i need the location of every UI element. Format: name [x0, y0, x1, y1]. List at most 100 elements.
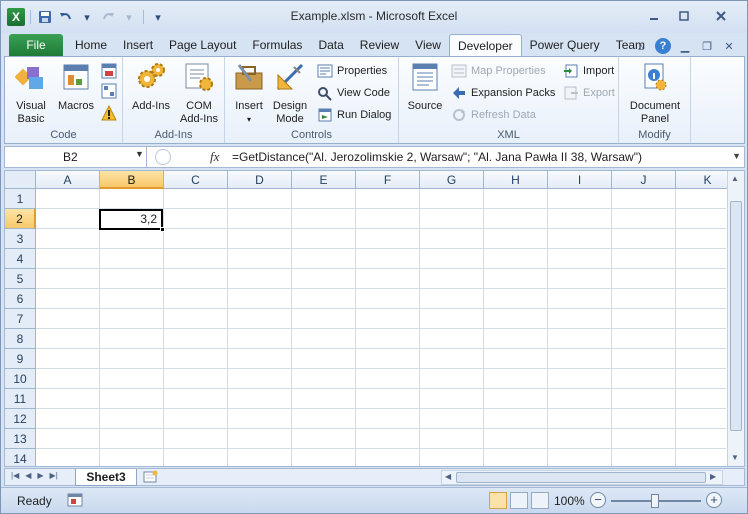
row-header-10[interactable]: 10 [5, 369, 36, 389]
select-all-button[interactable] [5, 171, 36, 189]
tab-developer[interactable]: Developer [448, 34, 522, 56]
last-sheet-icon[interactable]: ▶| [50, 471, 58, 480]
scroll-right-icon[interactable]: ▶ [710, 472, 716, 481]
workbook-close-icon[interactable]: ✕ [721, 38, 737, 54]
row-header-6[interactable]: 6 [5, 289, 36, 309]
relative-references-icon [101, 83, 117, 99]
column-header-b[interactable]: B [100, 171, 164, 189]
first-sheet-icon[interactable]: |◀ [11, 471, 19, 480]
help-icon[interactable]: ? [655, 38, 671, 54]
zoom-out-icon[interactable]: − [590, 492, 606, 508]
tab-home[interactable]: Home [67, 34, 115, 56]
page-break-preview-icon[interactable] [531, 492, 549, 509]
workbook-minimize-icon[interactable]: ▁ [677, 38, 693, 54]
close-icon[interactable] [701, 7, 741, 25]
ribbon-developer: Visual Basic Macros Code Add-Ins COM Add… [4, 56, 745, 144]
visual-basic-button[interactable]: Visual Basic [11, 61, 51, 126]
column-header-g[interactable]: G [420, 171, 484, 189]
record-macro-button[interactable] [101, 61, 117, 81]
spreadsheet-grid[interactable]: ABCDEFGHIJK 1 2 3 4 5 6 7 8 9 10 11 12 13 14 3,2 ▲ ▼ [4, 170, 745, 467]
sheet-tab-bar: |◀ ◀ ▶ ▶| Sheet3 ◀ ▶ [4, 468, 745, 486]
row-header-4[interactable]: 4 [5, 249, 36, 269]
column-header-f[interactable]: F [356, 171, 420, 189]
name-box-dropdown-icon[interactable]: ▼ [135, 149, 144, 159]
sheet-tab-sheet3[interactable]: Sheet3 [75, 469, 137, 486]
view-code-button[interactable]: View Code [317, 83, 390, 103]
group-controls-label: Controls [291, 129, 332, 141]
insert-function-icon[interactable]: fx [210, 149, 219, 165]
next-sheet-icon[interactable]: ▶ [37, 471, 43, 480]
relative-references-button[interactable] [101, 81, 117, 101]
refresh-data-button[interactable]: Refresh Data [451, 105, 536, 125]
row-header-8[interactable]: 8 [5, 329, 36, 349]
row-header-11[interactable]: 11 [5, 389, 36, 409]
map-properties-button[interactable]: Map Properties [451, 61, 546, 81]
zoom-level[interactable]: 100% [554, 494, 585, 508]
addins-button[interactable]: Add-Ins [129, 61, 173, 113]
maximize-icon[interactable] [671, 7, 697, 25]
tab-view[interactable]: View [407, 34, 449, 56]
com-addins-label-1: COM [186, 100, 212, 112]
column-header-h[interactable]: H [484, 171, 548, 189]
scroll-up-icon[interactable]: ▲ [731, 174, 739, 183]
com-addins-button[interactable]: COM Add-Ins [177, 61, 221, 126]
column-header-a[interactable]: A [36, 171, 100, 189]
formula-bar: B2 ▼ fx =GetDistance("Al. Jerozolimskie … [4, 146, 745, 168]
column-header-c[interactable]: C [164, 171, 228, 189]
row-header-5[interactable]: 5 [5, 269, 36, 289]
document-panel-button[interactable]: Document Panel [625, 61, 685, 126]
scroll-left-icon[interactable]: ◀ [445, 472, 451, 481]
fill-handle[interactable] [160, 227, 165, 232]
tab-formulas[interactable]: Formulas [244, 34, 310, 56]
horizontal-scrollbar[interactable]: ◀ ▶ [441, 470, 723, 485]
insert-control-button[interactable]: Insert ▾ [231, 61, 267, 126]
export-button[interactable]: Export [563, 83, 615, 103]
page-layout-view-icon[interactable] [510, 492, 528, 509]
minimize-icon[interactable] [641, 7, 667, 25]
cell-b2[interactable]: 3,2 [99, 209, 163, 230]
vertical-scroll-thumb[interactable] [730, 201, 742, 431]
expansion-packs-button[interactable]: Expansion Packs [451, 83, 555, 103]
insert-sheet-icon[interactable] [143, 470, 159, 484]
workbook-restore-icon[interactable]: ❐ [699, 38, 715, 54]
row-header-13[interactable]: 13 [5, 429, 36, 449]
minimize-ribbon-icon[interactable]: ▵ [633, 38, 649, 54]
prev-sheet-icon[interactable]: ◀ [25, 471, 31, 480]
tab-page-layout[interactable]: Page Layout [161, 34, 244, 56]
horizontal-scroll-thumb[interactable] [456, 472, 706, 483]
map-properties-label: Map Properties [471, 65, 546, 77]
design-mode-button[interactable]: Design Mode [269, 61, 311, 126]
expand-formula-bar-icon[interactable]: ▼ [732, 151, 741, 161]
tab-insert[interactable]: Insert [115, 34, 161, 56]
row-header-1[interactable]: 1 [5, 189, 36, 209]
macro-security-button[interactable] [101, 103, 117, 123]
column-header-i[interactable]: I [548, 171, 612, 189]
name-box[interactable]: B2 [5, 147, 147, 167]
column-header-j[interactable]: J [612, 171, 676, 189]
row-header-3[interactable]: 3 [5, 229, 36, 249]
macro-record-icon[interactable] [67, 492, 83, 508]
import-button[interactable]: Import [563, 61, 614, 81]
zoom-in-icon[interactable]: + [706, 492, 722, 508]
row-header-14[interactable]: 14 [5, 449, 36, 466]
column-header-d[interactable]: D [228, 171, 292, 189]
source-button[interactable]: Source [405, 61, 445, 113]
row-header-7[interactable]: 7 [5, 309, 36, 329]
tab-file[interactable]: File [9, 34, 63, 56]
normal-view-icon[interactable] [489, 492, 507, 509]
tab-data[interactable]: Data [310, 34, 351, 56]
vertical-scrollbar[interactable]: ▲ ▼ [727, 171, 744, 466]
row-header-12[interactable]: 12 [5, 409, 36, 429]
tab-review[interactable]: Review [352, 34, 407, 56]
row-header-2[interactable]: 2 [5, 209, 36, 229]
zoom-slider-thumb[interactable] [651, 494, 659, 508]
macros-button[interactable]: Macros [55, 61, 97, 113]
properties-button[interactable]: Properties [317, 61, 387, 81]
column-header-e[interactable]: E [292, 171, 356, 189]
run-dialog-button[interactable]: Run Dialog [317, 105, 391, 125]
scroll-down-icon[interactable]: ▼ [731, 453, 739, 462]
tab-power-query[interactable]: Power Query [522, 34, 608, 56]
row-header-9[interactable]: 9 [5, 349, 36, 369]
row-gridline [36, 368, 726, 369]
formula-input[interactable]: =GetDistance("Al. Jerozolimskie 2, Warsa… [232, 150, 642, 164]
